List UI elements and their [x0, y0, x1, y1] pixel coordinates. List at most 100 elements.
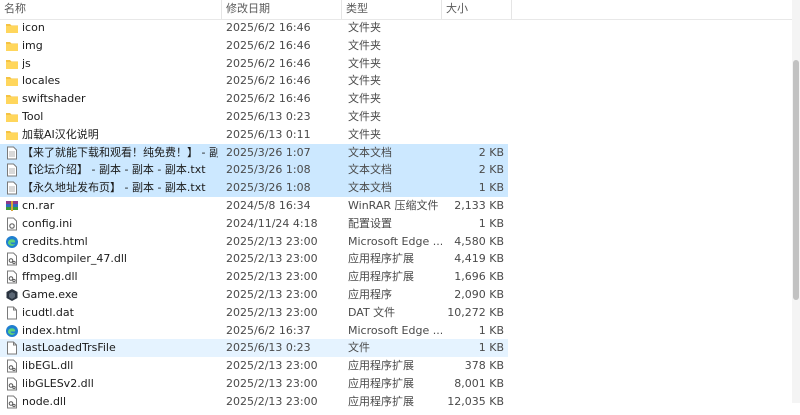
file-size: [444, 126, 504, 144]
file-type: WinRAR 压缩文件: [348, 199, 439, 212]
file-name: 加载AI汉化说明: [22, 127, 99, 141]
file-type: 文本文档: [348, 181, 392, 195]
dll-icon: [5, 359, 19, 373]
file-date: 2025/6/13 0:11: [226, 127, 311, 141]
file-date: 2025/2/13 23:00: [226, 377, 318, 390]
folder-icon: [5, 21, 19, 35]
file-date: 2025/2/13 23:00: [226, 359, 318, 373]
file-name: 【论坛介绍】 - 副本 - 副本 - 副本.txt: [22, 163, 206, 177]
column-header-size[interactable]: 大小: [442, 0, 512, 19]
file-size: 12,035 KB: [447, 394, 504, 408]
file-type: 应用程序扩展: [348, 252, 414, 266]
file-date: 2025/6/2 16:46: [226, 92, 311, 106]
file-name: index.html: [22, 323, 81, 337]
file-row[interactable]: locales 2025/6/2 16:46 文件夹: [0, 72, 792, 90]
file-row[interactable]: 【永久地址发布页】 - 副本 - 副本.txt 2025/3/26 1:08 文本文…: [0, 179, 508, 198]
file-name: Game.exe: [22, 288, 78, 301]
file-size: 1 KB: [478, 323, 504, 337]
folder-icon: [5, 128, 19, 142]
settings-file-icon: [5, 217, 19, 231]
file-row[interactable]: node.dll 2025/2/13 23:00 应用程序扩展 12,035 KB: [0, 393, 792, 411]
file-date: 2025/2/13 23:00: [226, 394, 318, 408]
file-size: 378 KB: [464, 359, 504, 373]
file-name: locales: [22, 74, 61, 88]
dll-icon: [5, 377, 19, 391]
file-date: 2025/6/2 16:46: [226, 74, 311, 88]
file-name: cn.rar: [22, 199, 55, 212]
vertical-scrollbar[interactable]: [792, 0, 800, 403]
file-size: [444, 19, 504, 37]
file-date: 2025/2/13 23:00: [226, 252, 318, 266]
file-name: icon: [22, 21, 45, 34]
file-type: 文件: [348, 341, 370, 355]
file-row[interactable]: config.ini 2024/11/24 4:18 配置设置 1 KB: [0, 215, 792, 233]
file-size: [444, 72, 504, 90]
file-name: credits.html: [22, 234, 88, 248]
dll-icon: [5, 270, 19, 284]
file-type: 文本文档: [348, 163, 392, 177]
file-row[interactable]: js 2025/6/2 16:46 文件夹: [0, 55, 792, 73]
file-type: Microsoft Edge ...: [348, 234, 442, 248]
file-type: 应用程序: [348, 288, 392, 301]
scrollbar-thumb[interactable]: [793, 60, 799, 300]
file-size: 2 KB: [478, 145, 504, 159]
file-type: 文件夹: [348, 56, 381, 70]
file-size: 10,272 KB: [447, 305, 504, 319]
file-date: 2025/6/13 0:23: [226, 341, 311, 355]
file-type: 文本文档: [348, 145, 392, 159]
game-exe-icon: [5, 288, 19, 302]
file-row[interactable]: Tool 2025/6/13 0:23 文件夹: [0, 108, 792, 126]
file-row[interactable]: d3dcompiler_47.dll 2025/2/13 23:00 应用程序扩展 4…: [0, 250, 792, 268]
file-row[interactable]: 【论坛介绍】 - 副本 - 副本 - 副本.txt 2025/3/26 1:08 文…: [0, 161, 508, 180]
text-file-icon: [5, 181, 19, 195]
file-row[interactable]: lastLoadedTrsFile 2025/6/13 0:23 文件 1 KB: [0, 339, 508, 358]
file-row[interactable]: icon 2025/6/2 16:46 文件夹: [0, 19, 792, 37]
file-size: [444, 108, 504, 126]
dll-icon: [5, 395, 19, 409]
file-size: 4,419 KB: [454, 252, 504, 266]
column-header-name[interactable]: 名称: [0, 0, 222, 19]
file-date: 2025/2/13 23:00: [226, 305, 318, 319]
file-row[interactable]: cn.rar 2024/5/8 16:34 WinRAR 压缩文件 2,133 KB: [0, 197, 792, 215]
file-type: 应用程序扩展: [348, 359, 414, 373]
file-type: 文件夹: [348, 127, 381, 141]
file-row[interactable]: ffmpeg.dll 2025/2/13 23:00 应用程序扩展 1,696 KB: [0, 268, 792, 286]
file-row[interactable]: swiftshader 2025/6/2 16:46 文件夹: [0, 90, 792, 108]
file-row[interactable]: libGLESv2.dll 2025/2/13 23:00 应用程序扩展 8,001 …: [0, 375, 792, 393]
file-date: 2025/6/2 16:46: [226, 38, 311, 52]
file-type: 文件夹: [348, 74, 381, 88]
file-date: 2025/6/2 16:46: [226, 21, 311, 34]
file-size: [444, 37, 504, 55]
file-row[interactable]: 加载AI汉化说明 2025/6/13 0:11 文件夹: [0, 126, 792, 144]
file-row[interactable]: Game.exe 2025/2/13 23:00 应用程序 2,090 KB: [0, 286, 792, 304]
file-size: 4,580 KB: [454, 234, 504, 248]
file-row[interactable]: index.html 2025/6/2 16:37 Microsoft Edge .…: [0, 322, 792, 340]
file-date: 2025/2/13 23:00: [226, 270, 318, 284]
file-date: 2025/3/26 1:08: [226, 181, 311, 195]
file-name: node.dll: [22, 394, 67, 408]
file-row[interactable]: credits.html 2025/2/13 23:00 Microsoft Edg…: [0, 233, 792, 251]
edge-icon: [5, 324, 19, 338]
file-date: 2025/6/2 16:37: [226, 323, 311, 337]
file-name: lastLoadedTrsFile: [22, 341, 116, 355]
file-row[interactable]: img 2025/6/2 16:46 文件夹: [0, 37, 792, 55]
file-date: 2025/6/2 16:46: [226, 56, 311, 70]
file-type: 应用程序扩展: [348, 394, 414, 408]
file-name: libEGL.dll: [22, 359, 74, 373]
file-size: 1 KB: [478, 181, 504, 195]
column-header-type[interactable]: 类型: [342, 0, 442, 19]
file-date: 2025/2/13 23:00: [226, 234, 318, 248]
file-name: js: [22, 56, 31, 70]
file-row[interactable]: libEGL.dll 2025/2/13 23:00 应用程序扩展 378 KB: [0, 357, 792, 375]
file-type: Microsoft Edge ...: [348, 323, 442, 337]
column-header-date[interactable]: 修改日期: [222, 0, 342, 19]
file-name: config.ini: [22, 216, 73, 230]
text-file-icon: [5, 163, 19, 177]
file-row[interactable]: 【来了就能下载和观看！纯免费！】 - 副... 2025/3/26 1:07 文本文…: [0, 143, 508, 162]
file-row[interactable]: icudtl.dat 2025/2/13 23:00 DAT 文件 10,272 KB: [0, 304, 792, 322]
file-name: d3dcompiler_47.dll: [22, 252, 127, 266]
column-header: 名称 修改日期 类型 大小: [0, 0, 792, 20]
file-size: 1 KB: [478, 341, 504, 355]
file-date: 2025/2/13 23:00: [226, 288, 318, 301]
file-size: 1 KB: [478, 216, 504, 230]
